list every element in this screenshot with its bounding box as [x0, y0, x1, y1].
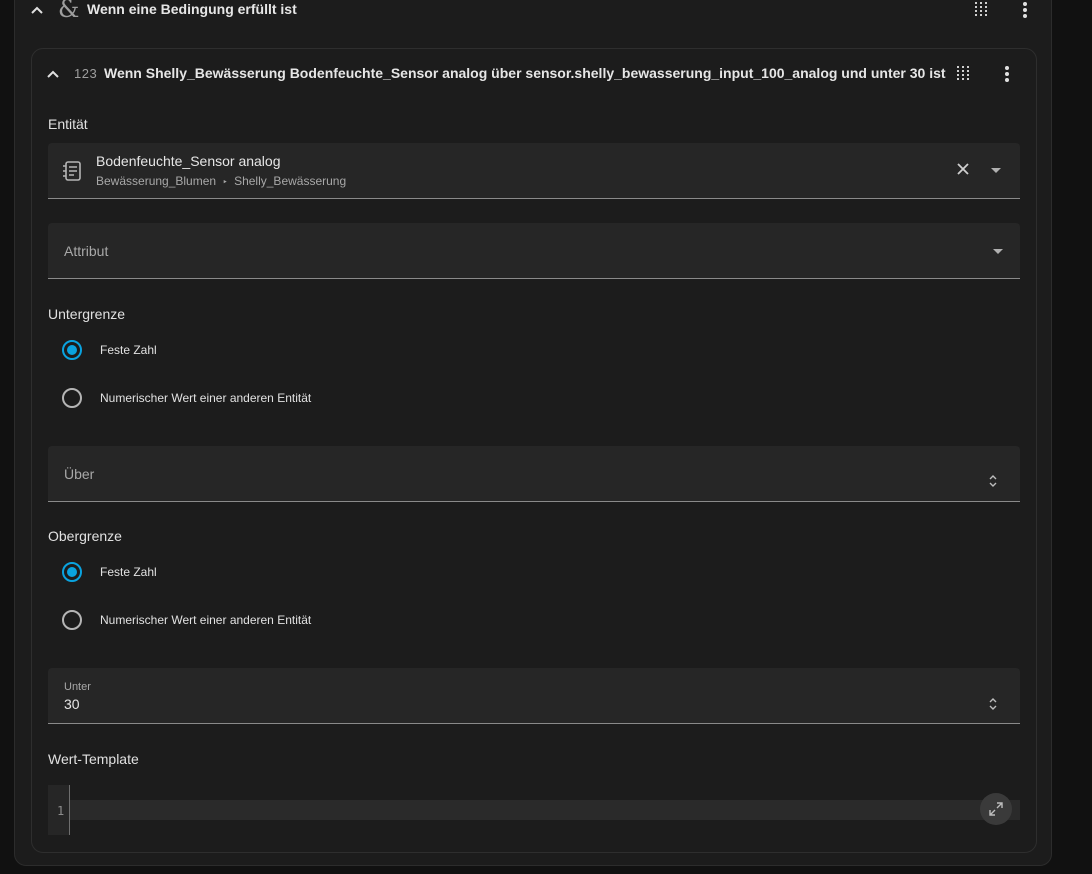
radio-label: Numerischer Wert einer anderen Entität — [100, 391, 312, 405]
dropdown-arrow-icon[interactable] — [993, 249, 1003, 254]
condition-title: Wenn Shelly_Bewässerung Bodenfeuchte_Sen… — [104, 65, 946, 81]
chevron-up-icon[interactable] — [44, 65, 62, 88]
entity-context: Bewässerung_Blumen ‣ Shelly_Bewässerung — [96, 174, 346, 188]
attribute-placeholder: Attribut — [64, 243, 109, 259]
more-vert-icon[interactable] — [1004, 65, 1010, 88]
entity-name: Bodenfeuchte_Sensor analog — [96, 153, 281, 169]
above-input[interactable]: Über — [48, 446, 1020, 502]
code-line[interactable] — [70, 800, 1020, 820]
radio-button[interactable] — [62, 562, 82, 582]
expand-icon — [989, 802, 1003, 816]
line-gutter: 1 — [48, 785, 70, 835]
radio-button[interactable] — [62, 388, 82, 408]
drag-handle-icon[interactable] — [974, 1, 988, 22]
more-vert-icon[interactable] — [1022, 1, 1028, 24]
numeric-icon: 123 — [74, 66, 98, 81]
drag-handle-icon[interactable] — [956, 65, 970, 86]
entity-device: Shelly_Bewässerung — [234, 174, 347, 188]
context-separator: ‣ — [222, 177, 228, 187]
line-number: 1 — [57, 804, 65, 818]
below-label: Unter — [64, 681, 91, 693]
entity-picker[interactable]: Bodenfeuchte_Sensor analog Bewässerung_B… — [48, 143, 1020, 199]
spinner-icon[interactable] — [988, 473, 998, 494]
chevron-up-icon[interactable] — [28, 1, 46, 19]
clear-icon[interactable] — [956, 162, 970, 181]
radio-button[interactable] — [62, 610, 82, 630]
upper-bound-label: Obergrenze — [48, 528, 122, 544]
spinner-icon[interactable] — [988, 696, 998, 717]
value-template-label: Wert-Template — [48, 751, 139, 767]
below-value[interactable]: 30 — [64, 696, 80, 712]
sensor-icon — [62, 159, 84, 188]
lower-bound-label: Untergrenze — [48, 306, 126, 322]
radio-label: Numerischer Wert einer anderen Entität — [100, 613, 312, 627]
radio-label: Feste Zahl — [100, 343, 157, 357]
radio-label: Feste Zahl — [100, 565, 157, 579]
condition-group-title: Wenn eine Bedingung erfüllt ist — [87, 1, 297, 17]
dropdown-arrow-icon[interactable] — [991, 168, 1001, 173]
ampersand-icon: & — [58, 0, 80, 23]
radio-button[interactable] — [62, 340, 82, 360]
above-label: Über — [64, 466, 95, 482]
condition-group-header[interactable]: & Wenn eine Bedingung erfüllt ist — [15, 0, 1051, 31]
expand-button[interactable] — [980, 793, 1012, 825]
condition-header[interactable]: 123 Wenn Shelly_Bewässerung Bodenfeuchte… — [32, 49, 1036, 99]
entity-area: Bewässerung_Blumen — [96, 174, 217, 188]
attribute-select[interactable]: Attribut — [48, 223, 1020, 279]
template-code-editor[interactable]: 1 — [48, 785, 1020, 835]
entity-label: Entität — [48, 116, 88, 132]
below-input[interactable]: Unter 30 — [48, 668, 1020, 724]
